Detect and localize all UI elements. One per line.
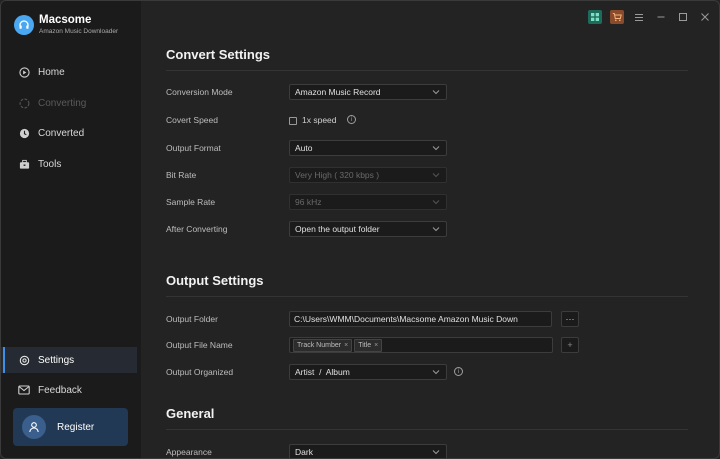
conversion-mode-select[interactable]: Amazon Music Record — [289, 84, 447, 100]
convert-speed-label: Covert Speed — [166, 115, 218, 125]
sidebar-item-converted[interactable]: Converted — [1, 120, 137, 146]
chevron-down-icon — [432, 146, 440, 151]
cart-icon[interactable] — [610, 10, 624, 24]
remove-tag-icon[interactable]: × — [344, 342, 348, 349]
minimize-icon[interactable] — [654, 10, 668, 24]
after-converting-label: After Converting — [166, 224, 228, 234]
output-format-label: Output Format — [166, 143, 221, 153]
sample-rate-label: Sample Rate — [166, 197, 216, 207]
sidebar-item-label: Feedback — [38, 384, 82, 396]
output-folder-field[interactable]: C:\Users\WMM\Documents\Macsome Amazon Mu… — [289, 311, 552, 327]
general-title: General — [166, 406, 215, 421]
sidebar-item-converting[interactable]: Converting — [1, 90, 137, 116]
chevron-down-icon — [432, 90, 440, 95]
bit-rate-value: Very High ( 320 kbps ) — [295, 170, 380, 180]
bit-rate-label: Bit Rate — [166, 170, 197, 180]
add-tag-button[interactable]: + — [561, 337, 579, 353]
mail-icon — [18, 384, 30, 396]
appearance-value: Dark — [295, 447, 313, 457]
sidebar-item-tools[interactable]: Tools — [1, 151, 137, 177]
sample-rate-value: 96 kHz — [295, 197, 322, 207]
menu-icon[interactable] — [632, 10, 646, 24]
appearance-label: Appearance — [166, 447, 212, 457]
close-icon[interactable] — [698, 10, 712, 24]
output-organized-label: Output Organized — [166, 367, 234, 377]
output-file-name-label: Output File Name — [166, 340, 233, 350]
tag-track-number[interactable]: Track Number × — [293, 338, 353, 352]
after-converting-value: Open the output folder — [295, 224, 380, 234]
headphones-logo-icon — [14, 15, 34, 35]
output-settings-title: Output Settings — [166, 273, 264, 288]
conversion-mode-label: Conversion Mode — [166, 87, 233, 97]
home-icon — [18, 66, 30, 78]
output-format-value: Auto — [295, 143, 313, 153]
gear-icon — [18, 354, 30, 366]
clock-icon — [18, 127, 30, 139]
divider — [166, 70, 688, 71]
divider — [166, 429, 688, 430]
remove-tag-icon[interactable]: × — [374, 342, 378, 349]
maximize-icon[interactable] — [676, 10, 690, 24]
app-name: Macsome — [39, 14, 92, 26]
tag-label: Track Number — [297, 341, 342, 349]
app-window: Macsome Amazon Music Downloader Home Con… — [0, 0, 720, 459]
browse-folder-button[interactable]: ··· — [561, 311, 579, 327]
sidebar: Macsome Amazon Music Downloader Home Con… — [1, 1, 141, 458]
more-icon: ··· — [565, 314, 575, 324]
tag-title[interactable]: Title × — [354, 338, 383, 352]
info-icon[interactable]: i — [454, 367, 463, 376]
toolbox-icon — [18, 158, 30, 170]
sample-rate-select[interactable]: 96 kHz — [289, 194, 447, 210]
chevron-down-icon — [432, 227, 440, 232]
divider — [166, 296, 688, 297]
sidebar-item-home[interactable]: Home — [1, 59, 137, 85]
conversion-mode-value: Amazon Music Record — [295, 87, 381, 97]
appearance-select[interactable]: Dark — [289, 444, 447, 458]
user-avatar-icon — [22, 415, 46, 439]
sidebar-item-label: Converted — [38, 127, 85, 139]
plus-icon: + — [567, 340, 573, 350]
chevron-down-icon — [432, 200, 440, 205]
output-folder-value: C:\Users\WMM\Documents\Macsome Amazon Mu… — [294, 314, 518, 324]
output-organized-select[interactable]: Artist / Album — [289, 364, 447, 380]
sidebar-item-settings[interactable]: Settings — [1, 347, 137, 373]
chevron-down-icon — [432, 450, 440, 455]
converting-icon — [18, 97, 30, 109]
sidebar-item-label: Tools — [38, 158, 62, 170]
info-icon[interactable]: i — [347, 115, 356, 124]
output-folder-label: Output Folder — [166, 314, 218, 324]
speed-option-label: 1x speed — [302, 115, 337, 125]
register-button[interactable]: Register — [13, 408, 128, 446]
register-label: Register — [57, 421, 95, 433]
brand: Macsome Amazon Music Downloader — [14, 14, 118, 36]
sidebar-item-label: Home — [38, 66, 65, 78]
bit-rate-select[interactable]: Very High ( 320 kbps ) — [289, 167, 447, 183]
store-icon[interactable] — [588, 10, 602, 24]
sidebar-item-label: Settings — [38, 354, 75, 366]
output-organized-value: Artist / Album — [295, 367, 350, 377]
after-converting-select[interactable]: Open the output folder — [289, 221, 447, 237]
chevron-down-icon — [432, 370, 440, 375]
sidebar-item-feedback[interactable]: Feedback — [1, 377, 137, 403]
output-format-select[interactable]: Auto — [289, 140, 447, 156]
convert-settings-title: Convert Settings — [166, 47, 271, 62]
chevron-down-icon — [432, 173, 440, 178]
output-file-name-field[interactable]: Track Number × Title × — [289, 337, 553, 353]
sidebar-item-label: Converting — [38, 97, 87, 109]
app-subtitle: Amazon Music Downloader — [39, 28, 119, 35]
tag-label: Title — [358, 341, 372, 349]
speed-checkbox[interactable] — [289, 117, 297, 125]
